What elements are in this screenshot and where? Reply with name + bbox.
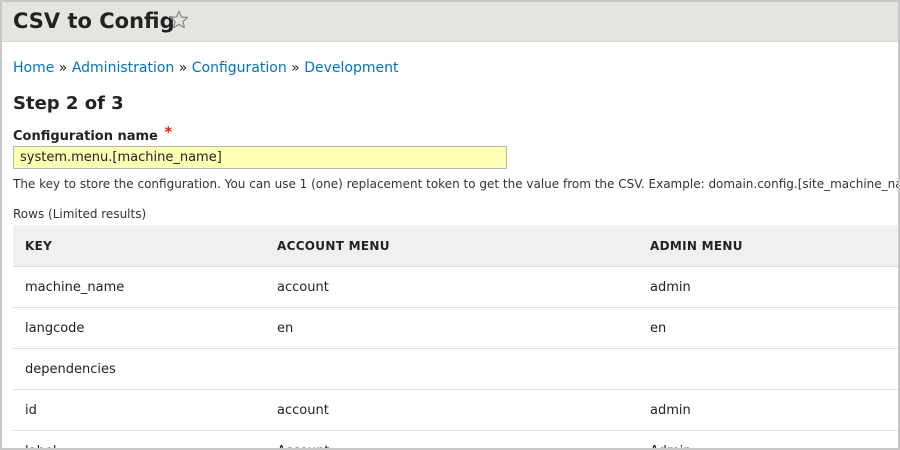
column-header-admin-menu: ADMIN MENU [638, 225, 898, 267]
breadcrumb: Home » Administration » Configuration » … [13, 58, 398, 78]
table-row: label Account Admin [13, 430, 898, 448]
table-row: dependencies [13, 348, 898, 390]
table-cell-key: id [13, 389, 265, 431]
table-cell-key: dependencies [13, 348, 265, 390]
breadcrumb-administration[interactable]: Administration [72, 60, 174, 76]
star-outline-icon[interactable] [168, 9, 190, 31]
table-cell-admin-menu: Admin [638, 430, 898, 448]
table-cell-admin-menu: en [638, 307, 898, 349]
breadcrumb-separator: » [58, 60, 68, 76]
page-title: CSV to Config [13, 9, 175, 33]
required-marker: * [164, 123, 173, 141]
table-cell-admin-menu: admin [638, 389, 898, 431]
breadcrumb-home[interactable]: Home [13, 60, 54, 76]
rows-caption: Rows (Limited results) [13, 207, 147, 221]
table-cell-admin-menu [638, 348, 898, 390]
page-header: CSV to Config [2, 2, 898, 42]
rows-table-wrapper: KEY ACCOUNT MENU ADMIN MENU machine_name… [13, 225, 898, 448]
breadcrumb-separator: » [178, 60, 188, 76]
page-frame: CSV to Config Home » Administration » Co… [0, 0, 900, 450]
table-cell-key: label [13, 430, 265, 448]
breadcrumb-configuration[interactable]: Configuration [192, 60, 287, 76]
table-row: machine_name account admin [13, 266, 898, 308]
column-header-account-menu: ACCOUNT MENU [265, 225, 638, 267]
config-name-description: The key to store the configuration. You … [13, 177, 900, 191]
config-name-input[interactable] [13, 146, 507, 169]
rows-table: KEY ACCOUNT MENU ADMIN MENU machine_name… [13, 225, 898, 448]
table-cell-account-menu: en [265, 307, 638, 349]
table-cell-key: langcode [13, 307, 265, 349]
table-row: id account admin [13, 389, 898, 431]
table-header-row: KEY ACCOUNT MENU ADMIN MENU [13, 225, 898, 267]
table-cell-account-menu: account [265, 389, 638, 431]
config-name-label-text: Configuration name [13, 129, 158, 144]
breadcrumb-separator: » [291, 60, 300, 76]
column-header-key: KEY [13, 225, 265, 267]
table-cell-key: machine_name [13, 266, 265, 308]
table-cell-account-menu [265, 348, 638, 390]
config-name-label: Configuration name * [13, 123, 173, 146]
table-cell-account-menu: account [265, 266, 638, 308]
table-cell-account-menu: Account [265, 430, 638, 448]
breadcrumb-development[interactable]: Development [304, 60, 398, 76]
table-row: langcode en en [13, 307, 898, 349]
table-cell-admin-menu: admin [638, 266, 898, 308]
step-title: Step 2 of 3 [13, 93, 124, 114]
